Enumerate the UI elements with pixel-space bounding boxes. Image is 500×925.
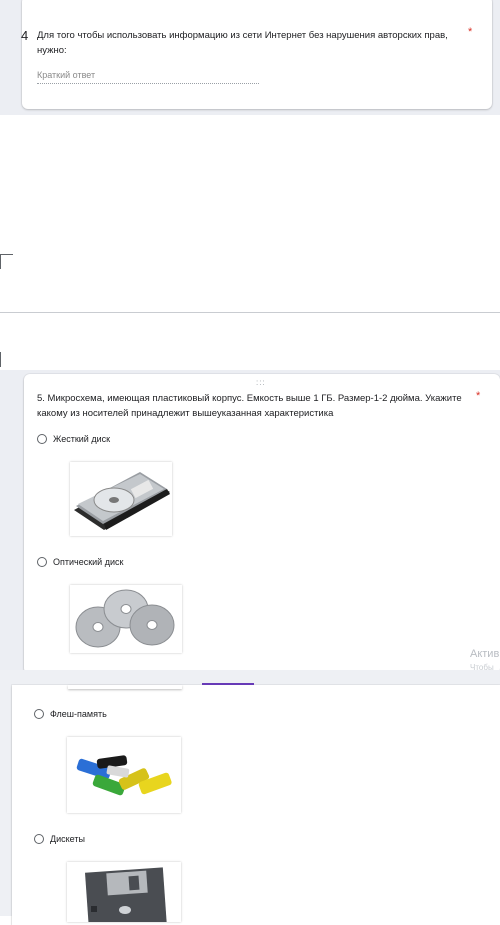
floppy-disk-image bbox=[67, 862, 181, 922]
question-4-text: Для того чтобы использовать информацию и… bbox=[37, 30, 448, 56]
required-asterisk: * bbox=[476, 390, 481, 402]
required-asterisk: * bbox=[468, 26, 473, 38]
question-4-number: 4 bbox=[21, 28, 29, 43]
question-5-card: ::: 5. Микросхема, имеющая пластиковый к… bbox=[24, 374, 500, 674]
hard-disk-image bbox=[70, 462, 172, 536]
question-4-card: 4 Для того чтобы использовать информацию… bbox=[21, 0, 492, 109]
drag-handle-icon[interactable]: ::: bbox=[256, 378, 266, 387]
short-answer-underline bbox=[37, 83, 259, 84]
option-hard-disk[interactable]: Жесткий диск bbox=[37, 434, 110, 444]
option-optical-disc[interactable]: Оптический диск bbox=[37, 557, 123, 567]
radio-icon[interactable] bbox=[37, 557, 47, 567]
page-corner-mark bbox=[0, 254, 13, 269]
page-divider bbox=[0, 312, 500, 313]
radio-icon[interactable] bbox=[34, 709, 44, 719]
active-tab-indicator bbox=[202, 683, 254, 685]
radio-icon[interactable] bbox=[34, 834, 44, 844]
option-flash-memory[interactable]: Флеш-память bbox=[34, 709, 107, 719]
page-corner-mark bbox=[0, 352, 1, 367]
option-floppy-disks[interactable]: Дискеты bbox=[34, 834, 85, 844]
option-label: Жесткий диск bbox=[53, 434, 111, 444]
activation-watermark: Актив bbox=[470, 648, 500, 660]
optical-disc-image bbox=[70, 585, 182, 653]
image-bottom-edge bbox=[68, 685, 182, 689]
flash-drive-image bbox=[67, 737, 181, 813]
radio-icon[interactable] bbox=[37, 434, 47, 444]
option-label: Дискеты bbox=[50, 834, 85, 844]
question-5-card-continued: Флеш-память Дискеты bbox=[12, 683, 500, 925]
short-answer-input[interactable]: Краткий ответ bbox=[37, 70, 95, 80]
option-label: Оптический диск bbox=[53, 557, 124, 567]
option-label: Флеш-память bbox=[50, 709, 107, 719]
question-5-text: 5. Микросхема, имеющая пластиковый корпу… bbox=[37, 393, 462, 419]
